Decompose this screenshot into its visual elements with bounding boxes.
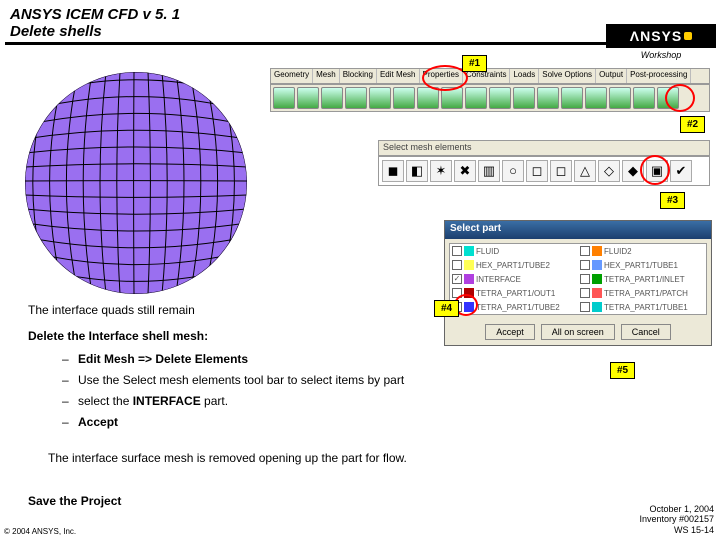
page-title-2: Delete shells: [10, 23, 710, 40]
select-elem-icon[interactable]: ◇: [598, 160, 620, 182]
all-on-screen-button[interactable]: All on screen: [541, 324, 615, 340]
main-tabstrip[interactable]: GeometryMeshBlockingEdit MeshPropertiesC…: [270, 68, 710, 84]
toolbar-icon[interactable]: [585, 87, 607, 109]
select-elem-icon[interactable]: ✶: [430, 160, 452, 182]
instruction-list: Edit Mesh => Delete Elements Use the Sel…: [62, 350, 422, 434]
select-part-dialog: Select part FLUIDFLUID2HEX_PART1/TUBE2HE…: [444, 220, 712, 346]
tab-solve-options[interactable]: Solve Options: [539, 69, 596, 83]
toolbar-icon[interactable]: [561, 87, 583, 109]
mesh-sphere-image: [25, 72, 247, 294]
toolbar-icon[interactable]: [321, 87, 343, 109]
tab-geometry[interactable]: Geometry: [271, 69, 313, 83]
edit-mesh-toolbar: [270, 84, 710, 112]
tab-mesh[interactable]: Mesh: [313, 69, 340, 83]
callout-4: #4: [434, 300, 459, 317]
tab-edit-mesh[interactable]: Edit Mesh: [377, 69, 420, 83]
toolbar-icon[interactable]: [489, 87, 511, 109]
tab-blocking[interactable]: Blocking: [340, 69, 377, 83]
save-project-text: Save the Project: [28, 494, 121, 508]
toolbar-icon[interactable]: [393, 87, 415, 109]
tab-post-processing[interactable]: Post-processing: [627, 69, 691, 83]
select-elem-icon[interactable]: ▥: [478, 160, 500, 182]
select-mesh-elements-title: Select mesh elements: [378, 140, 710, 156]
toolbar-icon[interactable]: [465, 87, 487, 109]
callout-3: #3: [660, 192, 685, 209]
select-elem-icon[interactable]: ✔: [670, 160, 692, 182]
part-option[interactable]: HEX_PART1/TUBE1: [578, 258, 706, 272]
toolbar-icon[interactable]: [609, 87, 631, 109]
select-part-list: FLUIDFLUID2HEX_PART1/TUBE2HEX_PART1/TUBE…: [449, 243, 707, 315]
copyright: © 2004 ANSYS, Inc.: [4, 527, 76, 536]
ring-3: [640, 155, 670, 185]
toolbar-icon[interactable]: [513, 87, 535, 109]
toolbar-icon[interactable]: [633, 87, 655, 109]
page-title-1: ANSYS ICEM CFD v 5. 1: [10, 6, 710, 23]
callout-5: #5: [610, 362, 635, 379]
after-text: The interface surface mesh is removed op…: [48, 450, 418, 466]
tab-loads[interactable]: Loads: [510, 69, 539, 83]
cancel-button[interactable]: Cancel: [621, 324, 671, 340]
part-option[interactable]: TETRA_PART1/TUBE1: [578, 300, 706, 314]
delete-heading: Delete the Interface shell mesh:: [28, 328, 208, 344]
select-elem-icon[interactable]: ◻: [526, 160, 548, 182]
part-option[interactable]: FLUID: [450, 244, 578, 258]
select-elem-icon[interactable]: ○: [502, 160, 524, 182]
toolbar-icon[interactable]: [537, 87, 559, 109]
select-elem-icon[interactable]: △: [574, 160, 596, 182]
part-option[interactable]: TETRA_PART1/PATCH: [578, 286, 706, 300]
select-part-titlebar: Select part: [445, 221, 711, 239]
part-option[interactable]: FLUID2: [578, 244, 706, 258]
ring-2: [665, 84, 695, 112]
select-elem-icon[interactable]: ◻: [550, 160, 572, 182]
select-elem-icon[interactable]: ◧: [406, 160, 428, 182]
ansys-logo: ΛNSYS: [606, 24, 716, 48]
toolbar-icon[interactable]: [345, 87, 367, 109]
part-option[interactable]: ✓INTERFACE: [450, 272, 578, 286]
footer-right: October 1, 2004 Inventory #002157 WS 15-…: [639, 504, 714, 536]
part-option[interactable]: HEX_PART1/TUBE2: [450, 258, 578, 272]
callout-1: #1: [462, 55, 487, 72]
accept-button[interactable]: Accept: [485, 324, 535, 340]
toolbar-icon[interactable]: [417, 87, 439, 109]
tab-output[interactable]: Output: [596, 69, 627, 83]
callout-2: #2: [680, 116, 705, 133]
toolbar-icon[interactable]: [369, 87, 391, 109]
workshop-label: Workshop: [606, 50, 716, 60]
remain-text: The interface quads still remain: [28, 302, 195, 318]
toolbar-icon[interactable]: [297, 87, 319, 109]
select-elem-icon[interactable]: ✖: [454, 160, 476, 182]
part-option[interactable]: TETRA_PART1/INLET: [578, 272, 706, 286]
toolbar-icon[interactable]: [273, 87, 295, 109]
select-elem-icon[interactable]: ◼: [382, 160, 404, 182]
